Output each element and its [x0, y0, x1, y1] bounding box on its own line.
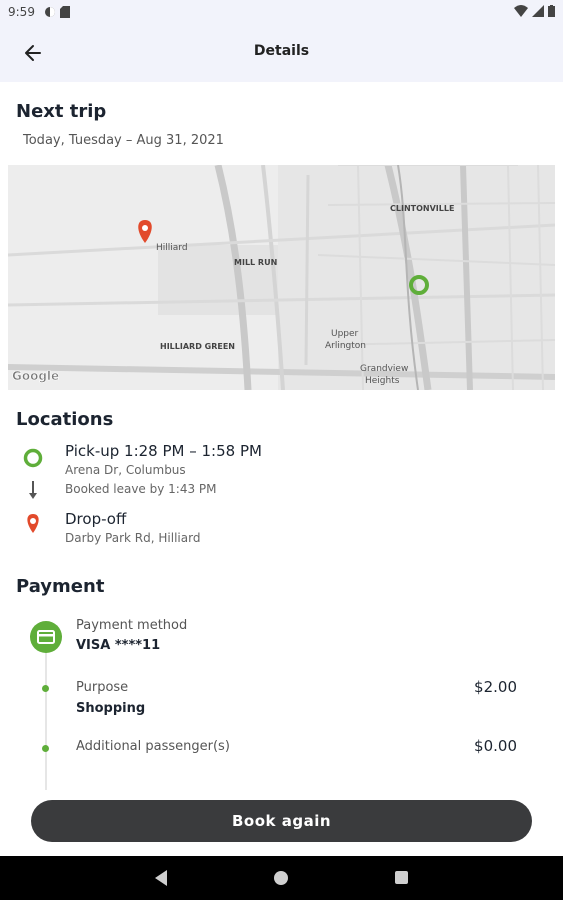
map-label-hilliard-green: HILLIARD GREEN — [160, 342, 235, 351]
trip-date: Today, Tuesday – Aug 31, 2021 — [23, 133, 224, 148]
pickup-address: Arena Dr, Columbus — [65, 463, 186, 477]
trip-map[interactable]: Hilliard CLINTONVILLE MILL RUN Upper Arl… — [8, 165, 555, 390]
purpose-value: Shopping — [76, 701, 146, 716]
purpose-amount: $2.00 — [474, 678, 517, 696]
nav-home-icon[interactable] — [274, 871, 288, 885]
pickup-circle-icon — [23, 448, 43, 468]
status-system-icons — [514, 5, 555, 17]
pickup-time-window: Pick-up 1:28 PM – 1:58 PM — [65, 442, 262, 460]
payment-timeline-line — [45, 650, 47, 790]
system-nav-bar — [0, 856, 563, 900]
locations-heading: Locations — [16, 409, 114, 430]
map-label-clintonville: CLINTONVILLE — [390, 204, 454, 213]
additional-passengers-label: Additional passenger(s) — [76, 739, 230, 754]
dropoff-title: Drop-off — [65, 510, 127, 528]
status-bar: 9:59 — [0, 0, 563, 24]
book-again-button[interactable]: Book again — [31, 800, 532, 842]
map-label-arlington: Arlington — [325, 341, 366, 351]
nav-back-icon[interactable] — [155, 870, 167, 886]
next-trip-heading: Next trip — [16, 101, 107, 122]
map-label-upper: Upper — [331, 329, 359, 339]
page-title: Details — [253, 43, 310, 59]
purpose-label: Purpose — [76, 680, 129, 695]
map-label-mill-run: MILL RUN — [234, 258, 277, 267]
booked-leave-time: Booked leave by 1:43 PM — [65, 482, 217, 496]
map-canvas: Hilliard CLINTONVILLE MILL RUN Upper Arl… — [8, 165, 555, 390]
map-label-grandview: Grandview — [360, 364, 408, 374]
credit-card-icon — [30, 621, 62, 653]
arrow-down-icon — [29, 481, 37, 499]
map-label-heights: Heights — [365, 376, 400, 386]
map-label-hilliard: Hilliard — [156, 243, 188, 253]
sync-icon — [45, 7, 55, 17]
payment-method-value: VISA ****11 — [76, 638, 161, 653]
nav-recents-icon[interactable] — [395, 871, 408, 884]
app-bar: Details — [0, 24, 563, 82]
payment-heading: Payment — [16, 576, 105, 597]
google-logo: Google — [12, 369, 59, 383]
sd-card-icon — [60, 6, 70, 18]
map-road — [304, 174, 310, 366]
passengers-dot — [42, 745, 49, 752]
battery-icon — [548, 5, 555, 17]
signal-icon — [532, 5, 544, 17]
status-time: 9:59 — [8, 5, 35, 19]
purpose-dot — [42, 685, 49, 692]
dropoff-address: Darby Park Rd, Hilliard — [65, 531, 201, 545]
dropoff-pin-icon — [27, 514, 39, 533]
status-notification-icons — [44, 6, 71, 18]
additional-passengers-amount: $0.00 — [474, 737, 517, 755]
wifi-icon — [514, 5, 528, 17]
payment-method-label: Payment method — [76, 618, 188, 633]
